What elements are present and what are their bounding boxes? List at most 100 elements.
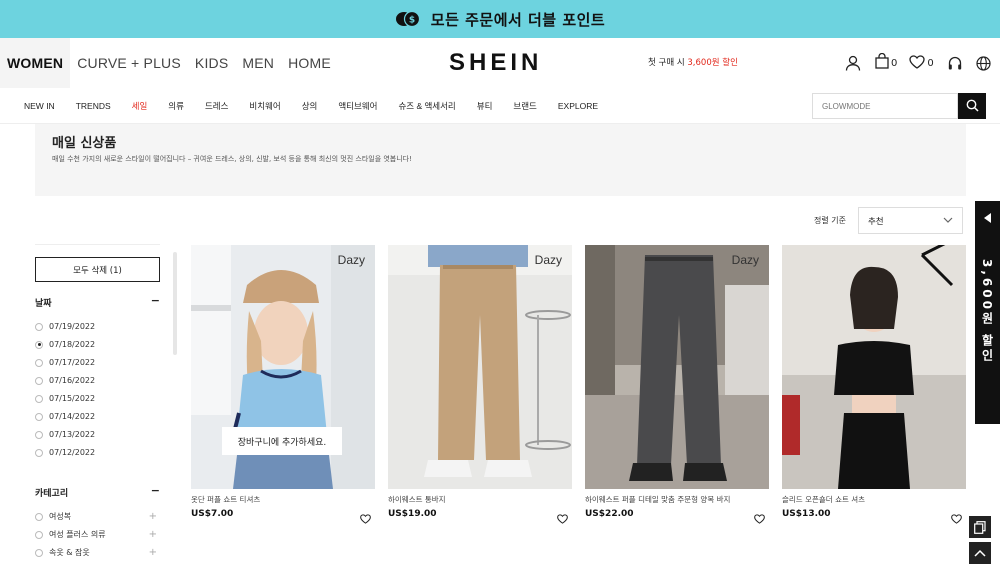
coins-icon: $ [395,10,421,28]
product-name[interactable]: 하이웨스트 퍼플 디테일 맞춤 주문형 양복 바지 [585,494,730,505]
cat-tops[interactable]: 상의 [302,100,318,112]
product-image[interactable]: Dazy [585,245,769,489]
search-input[interactable] [812,93,958,119]
date-option[interactable]: 07/14/2022 [35,412,160,421]
cat-clothing[interactable]: 의류 [168,100,184,112]
sidebar-scrollbar[interactable] [173,252,177,355]
sort-row: 정렬 기준 추천 [814,207,963,234]
product-price: US$13.00 [782,509,831,519]
cat-shoes-accessories[interactable]: 슈즈 & 액세서리 [398,100,455,112]
cat-new-in[interactable]: NEW IN [24,101,55,111]
wishlist-button[interactable]: 0 [909,53,934,73]
discount-side-tab[interactable]: 3,600원 할인 [975,201,1000,424]
date-option-label: 07/14/2022 [49,412,96,421]
product-image[interactable]: Dazy [388,245,572,489]
top-nav-home[interactable]: HOME [281,38,338,88]
product-name[interactable]: 슬리드 오픈숄더 쇼트 셔츠 [782,494,865,505]
wishlist-heart-icon[interactable] [557,509,568,528]
product-card[interactable]: Dazy 장바구니에 추가하세요. 옷단 퍼플 쇼트 티셔츠 US$7.00 [191,245,375,524]
radio-icon [35,430,43,439]
cat-activewear[interactable]: 액티브웨어 [338,100,377,112]
date-option[interactable]: 07/13/2022 [35,430,160,439]
caret-left-icon [983,208,992,227]
radio-icon [35,448,43,457]
top-nav-curve-plus[interactable]: CURVE + PLUS [70,38,188,88]
date-option[interactable]: 07/12/2022 [35,448,160,457]
date-option[interactable]: 07/17/2022 [35,358,160,367]
wishlist-heart-icon[interactable] [951,509,962,528]
category-option-label: 여성 플러스 의류 [49,530,106,539]
headset-icon[interactable] [948,53,962,73]
cat-dresses[interactable]: 드레스 [205,100,228,112]
date-filter-header[interactable]: 날짜 − [35,295,160,309]
category-option[interactable]: 속옷 & 잠옷 + [35,547,160,558]
date-option[interactable]: 07/18/2022 [35,340,160,349]
search-button[interactable] [958,93,986,119]
first-buy-promo[interactable]: 첫 구매 시 3,600원 할인 [648,56,738,68]
product-image[interactable] [782,245,966,489]
plus-icon[interactable]: + [149,547,157,558]
date-option-label: 07/19/2022 [49,322,96,331]
top-nav-men[interactable]: MEN [235,38,281,88]
cat-beauty[interactable]: 뷰티 [477,100,493,112]
date-option[interactable]: 07/15/2022 [35,394,160,403]
category-option-label: 여성복 [49,512,72,521]
category-option[interactable]: 여성 플러스 의류 + [35,529,160,540]
page-title: 매일 신상품 [52,136,117,151]
add-to-cart-button[interactable]: 장바구니에 추가하세요. [222,427,342,455]
side-tab-text: 3,600원 할인 [980,259,994,365]
radio-icon [35,322,43,331]
radio-selected-icon [35,340,43,349]
category-option[interactable]: 여성복 + [35,511,160,522]
search-box [812,93,986,119]
clear-all-button[interactable]: 모두 삭제 (1) [35,257,160,282]
cart-count: 0 [891,57,898,69]
cat-brands[interactable]: 브랜드 [513,100,536,112]
top-nav-women[interactable]: WOMEN [0,38,71,88]
date-option[interactable]: 07/19/2022 [35,322,160,331]
sort-select[interactable]: 추천 [857,207,963,234]
cat-beachwear[interactable]: 비치웨어 [249,100,280,112]
scroll-top-icon[interactable] [968,541,992,565]
product-name[interactable]: 하이웨스트 통바지 [388,494,446,505]
header: WOMEN CURVE + PLUS KIDS MEN HOME SHEIN 첫… [0,38,1000,88]
search-icon [966,97,979,116]
cart-button[interactable]: 0 [875,52,898,73]
globe-icon[interactable] [976,53,991,73]
date-filter-title: 날짜 [35,299,52,309]
wishlist-heart-icon[interactable] [360,509,371,528]
promo-banner[interactable]: $ 모든 주문에서 더블 포인트 [0,0,1000,38]
first-buy-prefix: 첫 구매 시 [648,58,688,68]
minus-icon: − [150,484,160,497]
copy-icon[interactable] [968,515,992,539]
date-option[interactable]: 07/16/2022 [35,376,160,385]
plus-icon[interactable]: + [149,511,157,522]
cat-sale[interactable]: 세일 [132,100,148,112]
radio-icon [35,358,43,367]
radio-icon [35,412,43,421]
wishlist-heart-icon[interactable] [754,509,765,528]
product-card[interactable]: Dazy 하이웨스트 통바지 US$19.00 [388,245,572,524]
category-filter-header[interactable]: 카테고리 − [35,484,160,499]
radio-icon [35,512,43,521]
product-image[interactable]: Dazy 장바구니에 추가하세요. [191,245,375,489]
product-brand: Dazy [534,253,562,267]
radio-icon [35,394,43,403]
cat-trends[interactable]: TRENDS [76,101,111,111]
date-option-label: 07/13/2022 [49,430,96,439]
top-nav-kids[interactable]: KIDS [188,38,235,88]
header-icons: 0 0 [845,52,991,73]
cat-explore[interactable]: EXPLORE [558,101,598,111]
plus-icon[interactable]: + [149,529,157,540]
date-option-label: 07/12/2022 [49,448,96,457]
sort-label: 정렬 기준 [814,216,846,225]
shein-logo[interactable]: SHEIN [449,49,542,77]
page-banner: 매일 신상품 매일 수천 가지의 새로운 스타일이 떨어집니다 – 귀여운 드레… [35,124,966,196]
product-card[interactable]: 슬리드 오픈숄더 쇼트 셔츠 US$13.00 [782,245,966,524]
product-name[interactable]: 옷단 퍼플 쇼트 티셔츠 [191,494,260,505]
user-icon[interactable] [845,53,861,73]
product-card[interactable]: Dazy 하이웨스트 퍼플 디테일 맞춤 주문형 양복 바지 US$22.00 [585,245,769,524]
page-subtitle: 매일 수천 가지의 새로운 스타일이 떨어집니다 – 귀여운 드레스, 상의, … [52,155,412,163]
promo-text: 모든 주문에서 더블 포인트 [430,10,606,29]
category-option-label: 속옷 & 잠옷 [49,548,90,557]
